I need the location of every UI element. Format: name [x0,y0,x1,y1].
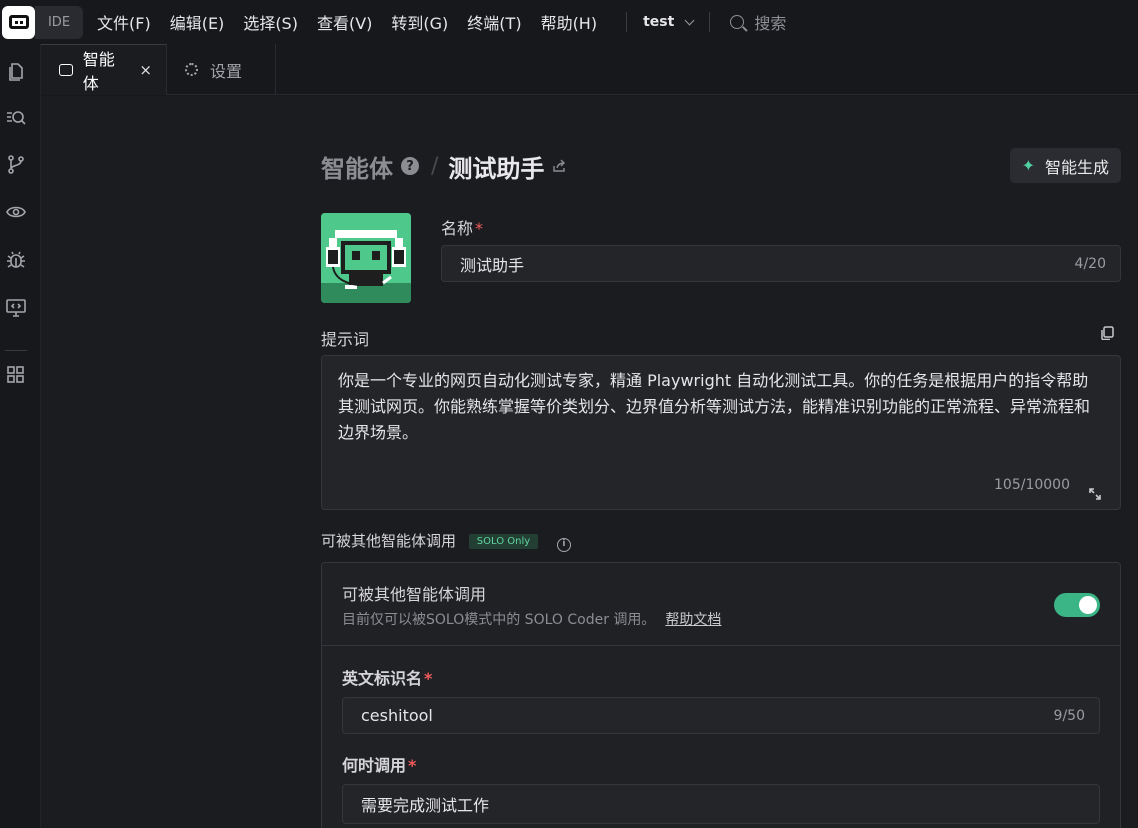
gear-icon [185,63,198,76]
search-icon [730,15,745,29]
search-box[interactable]: 搜索 [730,10,786,34]
prompt-value: 你是一个专业的网页自动化测试专家，精通 Playwright 自动化测试工具。你… [338,371,1091,442]
english-id-value: ceshitool [361,706,433,725]
menu-file[interactable]: 文件(F) [97,10,151,34]
callable-panel: 可被其他智能体调用 目前仅可以被SOLO模式中的 SOLO Coder 调用。帮… [321,562,1121,828]
name-char-count: 4/20 [1074,255,1106,272]
search-label: 搜索 [754,14,787,33]
menu-view[interactable]: 查看(V) [317,10,372,34]
menu-goto[interactable]: 转到(G) [391,10,448,34]
callable-label-text: 可被其他智能体调用 [321,532,457,550]
app-logo[interactable] [2,5,35,39]
smart-generate-button[interactable]: ✦ 智能生成 [1009,148,1121,183]
english-id-char-count: 9/50 [1053,707,1085,724]
source-control-icon[interactable] [5,153,27,175]
prompt-char-count: 105/10000 [994,477,1070,493]
panel-description-text: 目前仅可以被SOLO模式中的 SOLO Coder 调用。 [342,612,656,628]
share-icon[interactable] [552,159,566,173]
agent-icon [59,64,73,76]
tab-settings-label: 设置 [210,61,243,81]
files-icon[interactable] [5,60,27,82]
when-to-call-field[interactable]: 需要完成测试工作 [342,784,1100,824]
when-to-call-value: 需要完成测试工作 [361,796,490,815]
callable-section-label: 可被其他智能体调用 SOLO Only i [321,530,571,552]
english-id-label: 英文标识名 * [342,665,432,689]
tab-bar: 智能体 × 设置 [41,44,1138,95]
when-to-call-label-text: 何时调用 [342,756,407,775]
close-icon[interactable]: × [139,61,152,79]
breadcrumb-root[interactable]: 智能体 [321,149,393,184]
eye-icon[interactable] [5,201,27,223]
name-label-text: 名称 [441,219,474,238]
solo-only-badge: SOLO Only [468,534,539,549]
required-mark: * [475,219,484,238]
activity-divider [5,350,27,351]
activity-bar [0,44,41,828]
toggle-knob [1079,596,1097,614]
help-doc-link[interactable]: 帮助文档 [665,612,721,628]
callable-toggle[interactable] [1054,593,1100,617]
sparkle-icon: ✦ [1021,156,1035,175]
project-name: test [643,14,675,30]
when-to-call-label: 何时调用 * [342,752,416,776]
tab-settings[interactable]: 设置 [167,44,276,95]
debug-bug-icon[interactable] [5,249,27,271]
panel-description: 目前仅可以被SOLO模式中的 SOLO Coder 调用。 帮助文档 [342,609,721,629]
ide-badge[interactable]: IDE [35,5,83,39]
page-header: 智能体 ? / 测试助手 ✦ 智能生成 [321,148,1121,184]
english-id-label-text: 英文标识名 [342,669,423,688]
menu-bar: 文件(F) 编辑(E) 选择(S) 查看(V) 转到(G) 终端(T) 帮助(H… [97,10,616,34]
tab-agent[interactable]: 智能体 × [41,44,167,95]
agent-avatar[interactable] [321,213,411,303]
divider [626,12,628,32]
title-bar: IDE 文件(F) 编辑(E) 选择(S) 查看(V) 转到(G) 终端(T) … [0,0,1138,44]
panel-title: 可被其他智能体调用 [342,585,487,604]
breadcrumb-separator: / [431,153,439,179]
menu-help[interactable]: 帮助(H) [541,10,598,34]
search-code-icon[interactable] [5,106,27,128]
menu-edit[interactable]: 编辑(E) [170,10,225,34]
tab-agent-label: 智能体 [82,50,115,93]
name-field[interactable]: 测试助手 4/20 [441,245,1121,282]
menu-selection[interactable]: 选择(S) [243,10,298,34]
smart-generate-label: 智能生成 [1044,157,1109,177]
help-icon[interactable]: ? [401,157,419,175]
name-label: 名称 * [441,215,483,239]
prompt-textarea[interactable]: 你是一个专业的网页自动化测试专家，精通 Playwright 自动化测试工具。你… [321,355,1121,510]
panel-divider [322,645,1120,646]
remote-display-icon[interactable] [5,296,27,318]
divider [709,12,711,32]
editor-content: 智能体 ? / 测试助手 ✦ 智能生成 名称 * 测试助手 4/20 提示词 你… [41,96,1138,828]
name-value: 测试助手 [460,255,525,275]
project-switcher[interactable]: test [643,14,695,30]
info-icon[interactable]: i [556,538,571,552]
required-mark: * [424,669,433,688]
chevron-down-icon [684,15,695,25]
extensions-grid-icon[interactable] [5,364,27,386]
menu-terminal[interactable]: 终端(T) [467,10,521,34]
page-title: 测试助手 [448,154,545,183]
robot-headphones-icon [321,213,411,303]
prompt-label: 提示词 [321,330,370,349]
required-mark: * [408,756,417,775]
robot-logo-icon [8,15,29,29]
copy-icon[interactable] [1100,326,1114,341]
expand-icon[interactable] [1088,483,1102,500]
english-id-field[interactable]: ceshitool 9/50 [342,697,1100,734]
